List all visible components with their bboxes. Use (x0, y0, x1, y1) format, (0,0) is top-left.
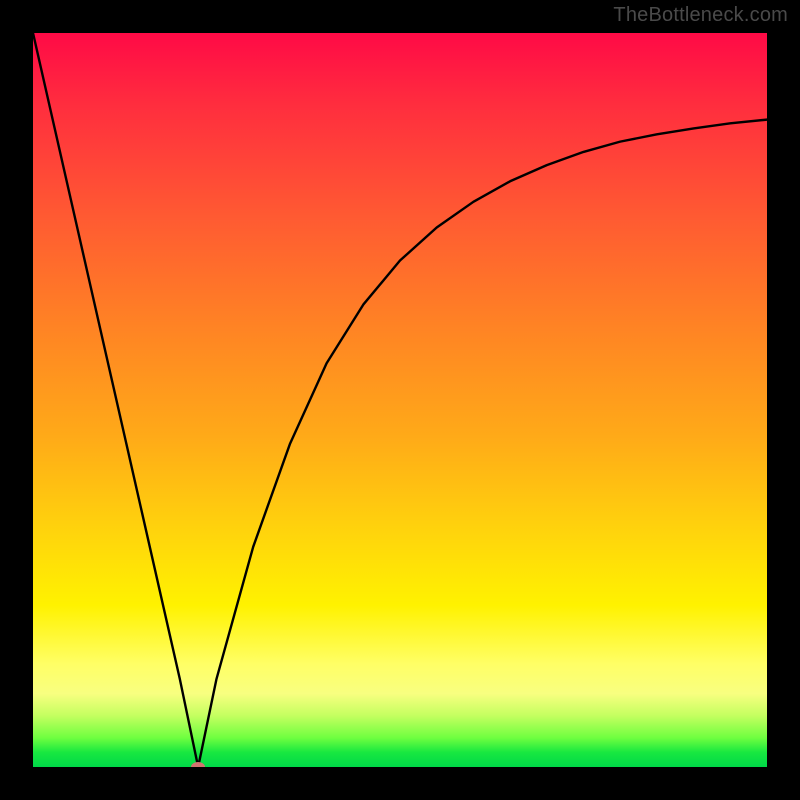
bottleneck-curve (33, 33, 767, 767)
plot-area (33, 33, 767, 767)
chart-frame: TheBottleneck.com (0, 0, 800, 800)
minimum-marker-icon (191, 762, 205, 767)
watermark-text: TheBottleneck.com (613, 4, 788, 27)
